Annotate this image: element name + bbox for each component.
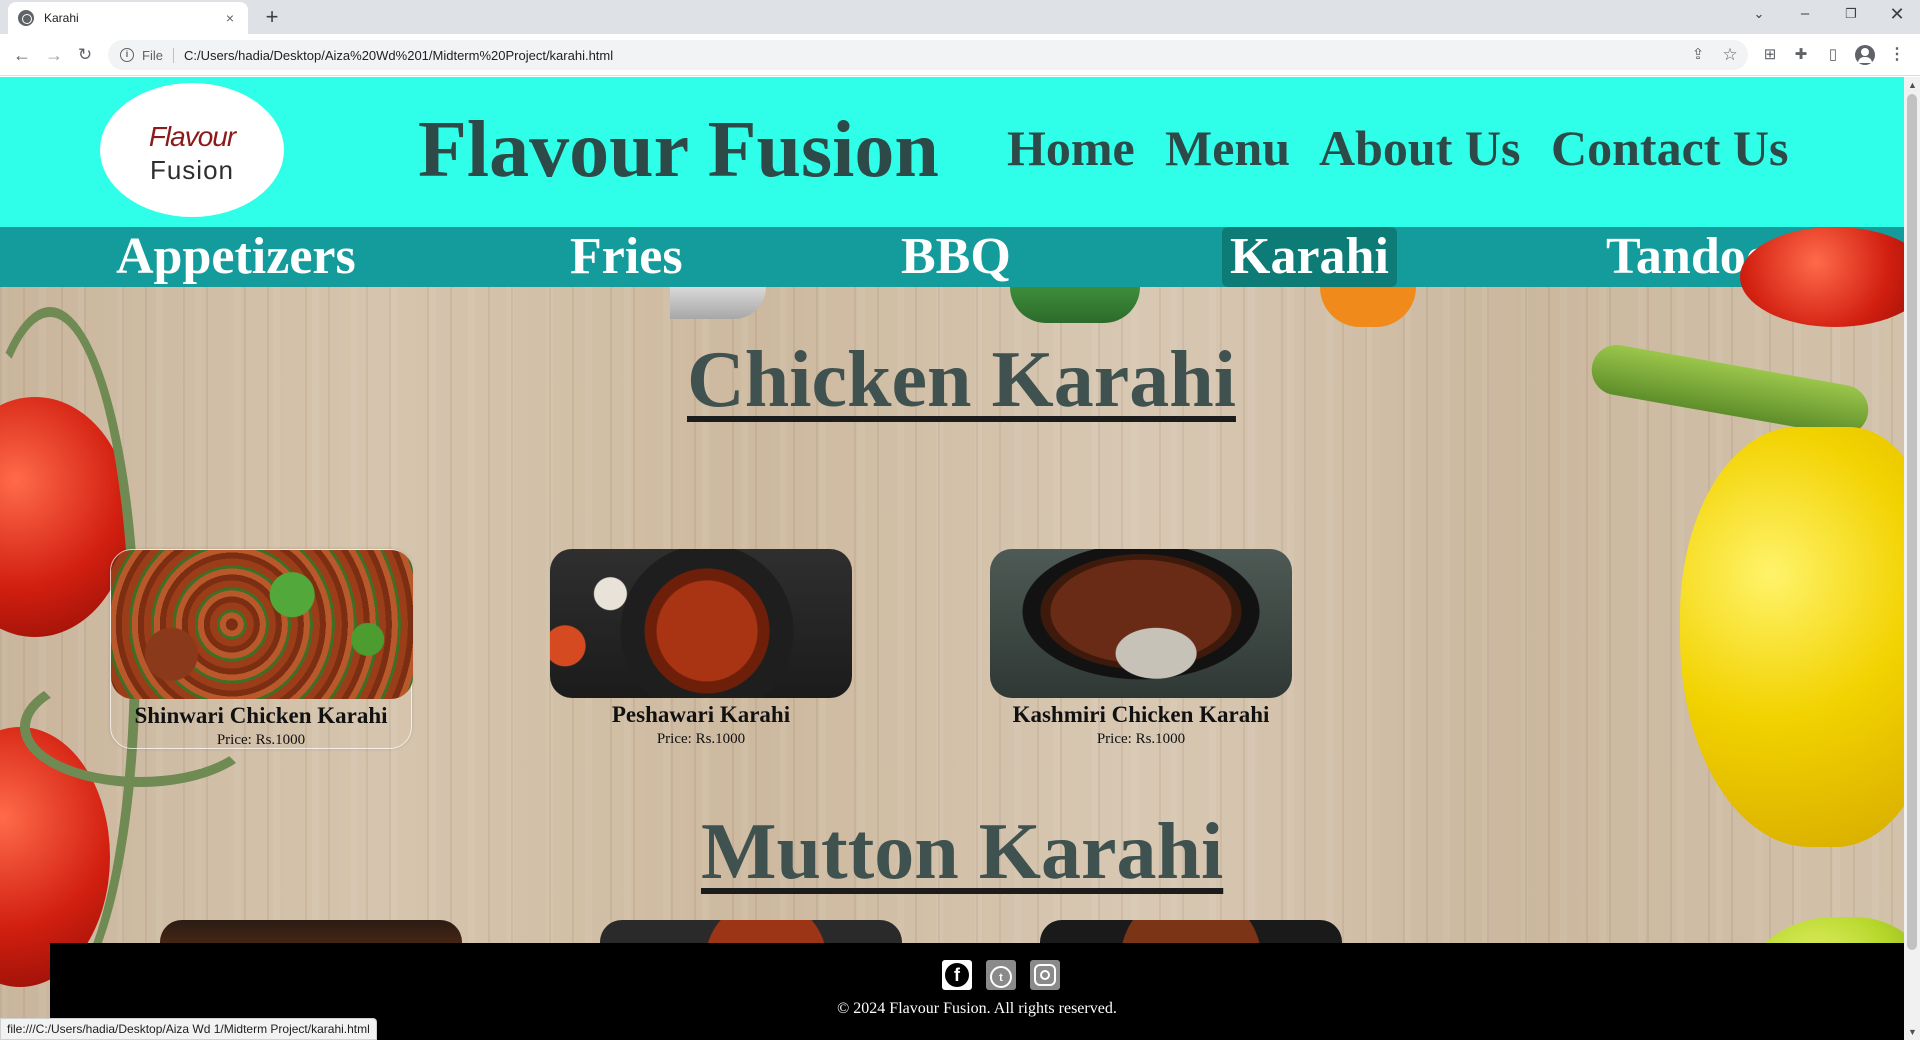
extension-icon[interactable]: ⊞ (1760, 45, 1780, 65)
menu-card-kashmiri[interactable]: Kashmiri Chicken Karahi Price: Rs.1000 (990, 549, 1292, 749)
tab-strip: Karahi × + ⌄ – ❐ ✕ (0, 0, 1920, 34)
side-panel-icon[interactable]: ▯ (1823, 45, 1843, 65)
dish-price: Price: Rs.1000 (216, 732, 306, 748)
section-title-mutton-karahi: Mutton Karahi (701, 808, 1224, 896)
browser-tab-karahi[interactable]: Karahi × (8, 2, 248, 34)
close-window-icon[interactable]: ✕ (1874, 0, 1920, 30)
dish-image (990, 549, 1292, 698)
reload-icon[interactable]: ↻ (73, 43, 97, 67)
copyright-text: © 2024 Flavour Fusion. All rights reserv… (837, 1000, 1117, 1017)
dish-price: Price: Rs.1000 (1096, 731, 1186, 747)
back-arrow-icon[interactable]: ← (10, 43, 34, 67)
nav-about-us[interactable]: About Us (1319, 119, 1520, 177)
profile-avatar-icon[interactable] (1855, 45, 1875, 65)
forward-arrow-icon[interactable]: → (42, 43, 66, 67)
twitter-icon[interactable]: t (986, 960, 1016, 990)
tab-search-icon[interactable]: ⌄ (1736, 0, 1782, 30)
herb-leaf-decoration (1010, 287, 1140, 323)
pepper-stem-decoration (1587, 341, 1873, 439)
scrollbar-thumb[interactable] (1907, 94, 1917, 950)
instagram-icon[interactable] (1030, 960, 1060, 990)
menu-card-shinwari[interactable]: Shinwari Chicken Karahi Price: Rs.1000 (110, 549, 413, 749)
bookmark-star-icon[interactable]: ☆ (1720, 45, 1740, 65)
site-logo[interactable]: Flavour Fusion (100, 83, 284, 217)
restore-icon[interactable]: ❐ (1828, 0, 1874, 30)
tomato-decoration (1740, 227, 1904, 327)
nav-home[interactable]: Home (1007, 119, 1135, 177)
new-tab-button[interactable]: + (260, 6, 284, 30)
site-title: Flavour Fusion (418, 106, 939, 194)
yellow-pepper-decoration (1680, 427, 1904, 847)
globe-icon (18, 10, 34, 26)
category-appetizers[interactable]: Appetizers (116, 227, 356, 287)
category-karahi-active[interactable]: Karahi (1222, 227, 1397, 287)
knife-decoration (670, 287, 766, 319)
facebook-icon[interactable]: f (942, 960, 972, 990)
dish-image (111, 550, 413, 699)
scroll-up-arrow-icon[interactable]: ▲ (1908, 80, 1917, 90)
info-icon[interactable]: i (120, 48, 134, 62)
site-header: Flavour Fusion Flavour Fusion Home Menu … (0, 77, 1904, 227)
url-scheme-chip: File (142, 47, 174, 63)
scroll-down-arrow-icon[interactable]: ▼ (1908, 1027, 1917, 1037)
social-links: f t (942, 960, 1060, 990)
minimize-icon[interactable]: – (1782, 0, 1828, 30)
section-title-chicken-karahi: Chicken Karahi (687, 336, 1236, 424)
tab-title: Karahi (44, 11, 79, 25)
dish-name: Shinwari Chicken Karahi (134, 703, 388, 728)
share-icon[interactable]: ⇪ (1688, 45, 1708, 65)
browser-toolbar: ← → ↻ i File C:/Users/hadia/Desktop/Aiza… (0, 34, 1920, 76)
nav-menu[interactable]: Menu (1165, 119, 1290, 177)
link-status-bubble: file:///C:/Users/hadia/Desktop/Aiza Wd 1… (0, 1018, 377, 1040)
logo-text-bottom: Fusion (149, 155, 235, 185)
category-fries[interactable]: Fries (570, 227, 683, 287)
vertical-scrollbar[interactable]: ▲ ▼ (1904, 77, 1920, 1040)
category-bbq[interactable]: BBQ (901, 227, 1011, 287)
puzzle-icon[interactable]: ✚ (1791, 45, 1811, 65)
carrot-decoration (1320, 287, 1416, 327)
nav-contact-us[interactable]: Contact Us (1551, 119, 1788, 177)
url-text[interactable]: C:/Users/hadia/Desktop/Aiza%20Wd%201/Mid… (184, 48, 613, 63)
menu-card-peshawari[interactable]: Peshawari Karahi Price: Rs.1000 (550, 549, 852, 749)
page-viewport: Flavour Fusion Flavour Fusion Home Menu … (0, 77, 1904, 1040)
dish-image (550, 549, 852, 698)
logo-text-top: Flavour (148, 121, 236, 152)
dish-name: Peshawari Karahi (611, 702, 791, 727)
dish-name: Kashmiri Chicken Karahi (1012, 702, 1270, 727)
dish-price: Price: Rs.1000 (656, 731, 746, 747)
kebab-menu-icon[interactable]: ⋮ (1887, 45, 1907, 65)
address-bar[interactable]: i File C:/Users/hadia/Desktop/Aiza%20Wd%… (108, 40, 1748, 70)
category-bar: Appetizers Fries BBQ Karahi Tandoor (0, 227, 1904, 287)
tab-close-icon[interactable]: × (222, 10, 238, 26)
